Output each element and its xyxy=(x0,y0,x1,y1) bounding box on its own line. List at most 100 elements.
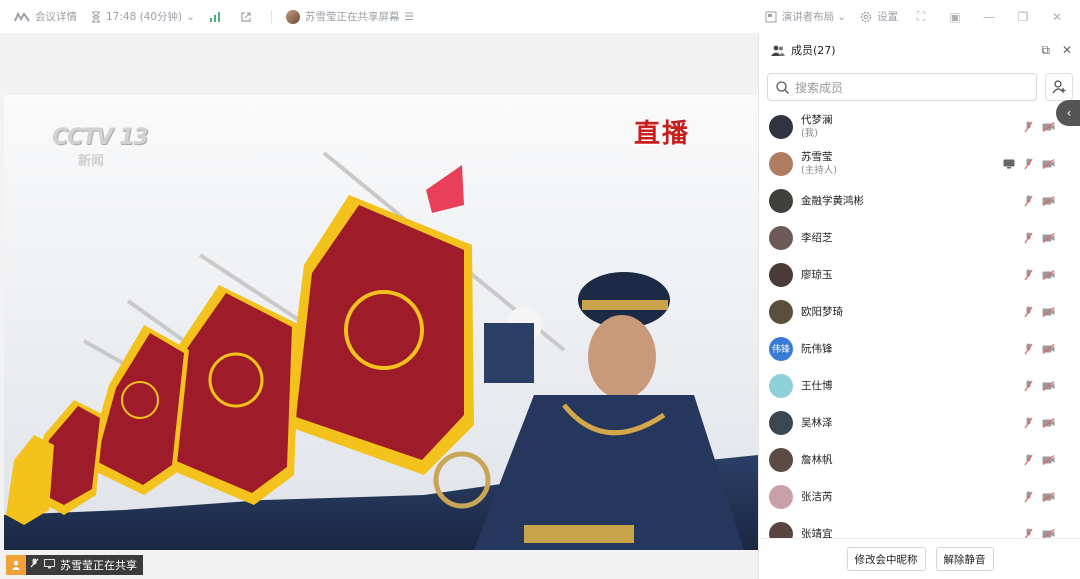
live-badge: 直播 xyxy=(634,119,691,149)
camera-off-icon[interactable] xyxy=(1042,121,1055,132)
chevron-down-icon: ⌄ xyxy=(186,10,195,23)
mic-off-icon[interactable] xyxy=(1024,158,1033,170)
camera-off-icon[interactable] xyxy=(1042,195,1055,206)
screen-share-icon xyxy=(44,558,55,572)
member-role: (主持人) xyxy=(801,164,837,176)
minimize-icon[interactable]: — xyxy=(978,10,1000,24)
avatar xyxy=(769,410,793,435)
camera-off-icon[interactable] xyxy=(1042,528,1055,538)
member-row[interactable]: 廖琼玉 xyxy=(759,256,1080,293)
member-role: (我) xyxy=(801,127,818,139)
camera-off-icon[interactable] xyxy=(1042,454,1055,465)
unmute-all-button[interactable]: 解除静音 xyxy=(935,547,994,571)
member-name: 廖琼玉 xyxy=(801,268,833,281)
restore-icon[interactable]: ❐ xyxy=(1012,10,1034,24)
layout-icon xyxy=(765,11,777,22)
member-row[interactable]: 吴林泽 xyxy=(759,404,1080,441)
member-name: 金融学黄鸿彬 xyxy=(801,194,864,207)
avatar xyxy=(769,151,793,176)
search-icon xyxy=(776,80,789,94)
member-name: 欧阳梦琦 xyxy=(801,305,843,318)
mic-off-icon xyxy=(30,558,39,572)
member-name: 王仕博 xyxy=(801,379,833,392)
mic-off-icon[interactable] xyxy=(1024,343,1033,355)
camera-off-icon[interactable] xyxy=(1042,158,1055,169)
settings-label: 设置 xyxy=(877,11,898,23)
camera-off-icon[interactable] xyxy=(1042,232,1055,243)
search-row: 搜索成员 xyxy=(767,73,1073,101)
members-header: 成员(27) ⧉ ✕ xyxy=(759,33,1080,67)
popout-panel-icon[interactable]: ⧉ xyxy=(1041,43,1050,58)
rename-button[interactable]: 修改会中昵称 xyxy=(846,547,926,571)
camera-off-icon[interactable] xyxy=(1042,380,1055,391)
share-status-label: 苏雪莹正在共享 xyxy=(60,559,137,572)
camera-off-icon[interactable] xyxy=(1042,343,1055,354)
avatar xyxy=(769,225,793,250)
share-person-icon xyxy=(6,555,26,575)
mic-off-icon[interactable] xyxy=(1024,269,1033,281)
camera-off-icon[interactable] xyxy=(1042,269,1055,280)
meeting-time-label: 17:48 (40分钟) xyxy=(106,11,183,23)
fullscreen-icon[interactable]: ⛶ xyxy=(910,9,932,24)
member-name: 苏雪莹 xyxy=(801,150,833,163)
member-row[interactable]: 金融学黄鸿彬 xyxy=(759,182,1080,219)
mic-off-icon[interactable] xyxy=(1024,454,1033,466)
collapse-panel-tab[interactable]: ‹ xyxy=(1056,100,1080,126)
member-row[interactable]: 伟锋 阮伟锋 xyxy=(759,330,1080,367)
member-list: 代梦澜 (我) 苏雪莹 (主持人) 金融学黄鸿彬 李绍芝 廖琼玉 欧阳梦琦 伟锋… xyxy=(759,108,1080,538)
mic-off-icon[interactable] xyxy=(1024,417,1033,429)
member-name: 阮伟锋 xyxy=(801,342,833,355)
search-input[interactable]: 搜索成员 xyxy=(767,73,1037,101)
meeting-info-button[interactable]: 会议详情 xyxy=(14,9,77,24)
member-row[interactable]: 代梦澜 (我) xyxy=(759,108,1080,145)
mic-off-icon[interactable] xyxy=(1024,306,1033,318)
invite-member-button[interactable] xyxy=(1045,73,1073,101)
camera-off-icon[interactable] xyxy=(1042,417,1055,428)
sharer-avatar xyxy=(285,9,300,24)
camera-off-icon[interactable] xyxy=(1042,306,1055,317)
close-icon[interactable]: ✕ xyxy=(1046,10,1068,24)
add-user-icon xyxy=(1052,80,1066,94)
meeting-toolbar: 会议详情 17:48 (40分钟) ⌄ 苏雪莹正在共享屏幕 ☰ 演讲者布局 ⌄ … xyxy=(0,0,1080,33)
gear-icon xyxy=(860,11,872,22)
members-panel: 成员(27) ⧉ ✕ 搜索成员 代梦澜 (我) 苏雪莹 (主持人) 金融学黄鸿彬… xyxy=(758,33,1080,579)
sidebar-toggle-icon[interactable]: ▣ xyxy=(944,10,966,24)
member-name: 张洁芮 xyxy=(801,490,833,503)
member-row[interactable]: 张洁芮 xyxy=(759,478,1080,515)
channel-logo: CCTV 13 新闻 xyxy=(52,125,149,169)
mic-off-icon[interactable] xyxy=(1024,380,1033,392)
member-row[interactable]: 李绍芝 xyxy=(759,219,1080,256)
member-row[interactable]: 欧阳梦琦 xyxy=(759,293,1080,330)
members-title: 成员(27) xyxy=(791,44,836,57)
member-name: 张靖宜 xyxy=(801,527,833,539)
screen-share-icon xyxy=(1003,159,1015,169)
mic-off-icon[interactable] xyxy=(1024,195,1033,207)
mic-off-icon[interactable] xyxy=(1024,528,1033,538)
signal-icon xyxy=(209,11,220,22)
member-name: 李绍芝 xyxy=(801,231,833,244)
member-row[interactable]: 詹林帆 xyxy=(759,441,1080,478)
popout-button[interactable] xyxy=(240,11,257,23)
avatar xyxy=(769,447,793,472)
member-row[interactable]: 张靖宜 xyxy=(759,515,1080,538)
avatar xyxy=(769,114,793,139)
meeting-logo-icon xyxy=(14,11,30,22)
mic-off-icon[interactable] xyxy=(1024,121,1033,133)
members-icon xyxy=(771,45,785,56)
sharing-indicator[interactable]: 苏雪莹正在共享屏幕 ☰ xyxy=(285,9,414,24)
sharing-status-bar[interactable]: 苏雪莹正在共享 xyxy=(6,555,143,575)
layout-button[interactable]: 演讲者布局 ⌄ xyxy=(765,9,846,24)
channel-logo-text: CCTV 13 xyxy=(52,125,149,150)
member-row[interactable]: 苏雪莹 (主持人) xyxy=(759,145,1080,182)
mic-off-icon[interactable] xyxy=(1024,232,1033,244)
close-panel-icon[interactable]: ✕ xyxy=(1062,43,1072,58)
signal-button[interactable] xyxy=(209,11,226,23)
layout-label: 演讲者布局 xyxy=(781,11,835,23)
settings-button[interactable]: 设置 xyxy=(860,9,898,24)
mic-off-icon[interactable] xyxy=(1024,491,1033,503)
meeting-time[interactable]: 17:48 (40分钟) ⌄ xyxy=(91,9,195,24)
chevron-down-icon: ⌄ xyxy=(837,10,846,23)
member-row[interactable]: 王仕博 xyxy=(759,367,1080,404)
camera-off-icon[interactable] xyxy=(1042,491,1055,502)
shared-video: CCTV 13 新闻 直播 xyxy=(4,95,758,550)
